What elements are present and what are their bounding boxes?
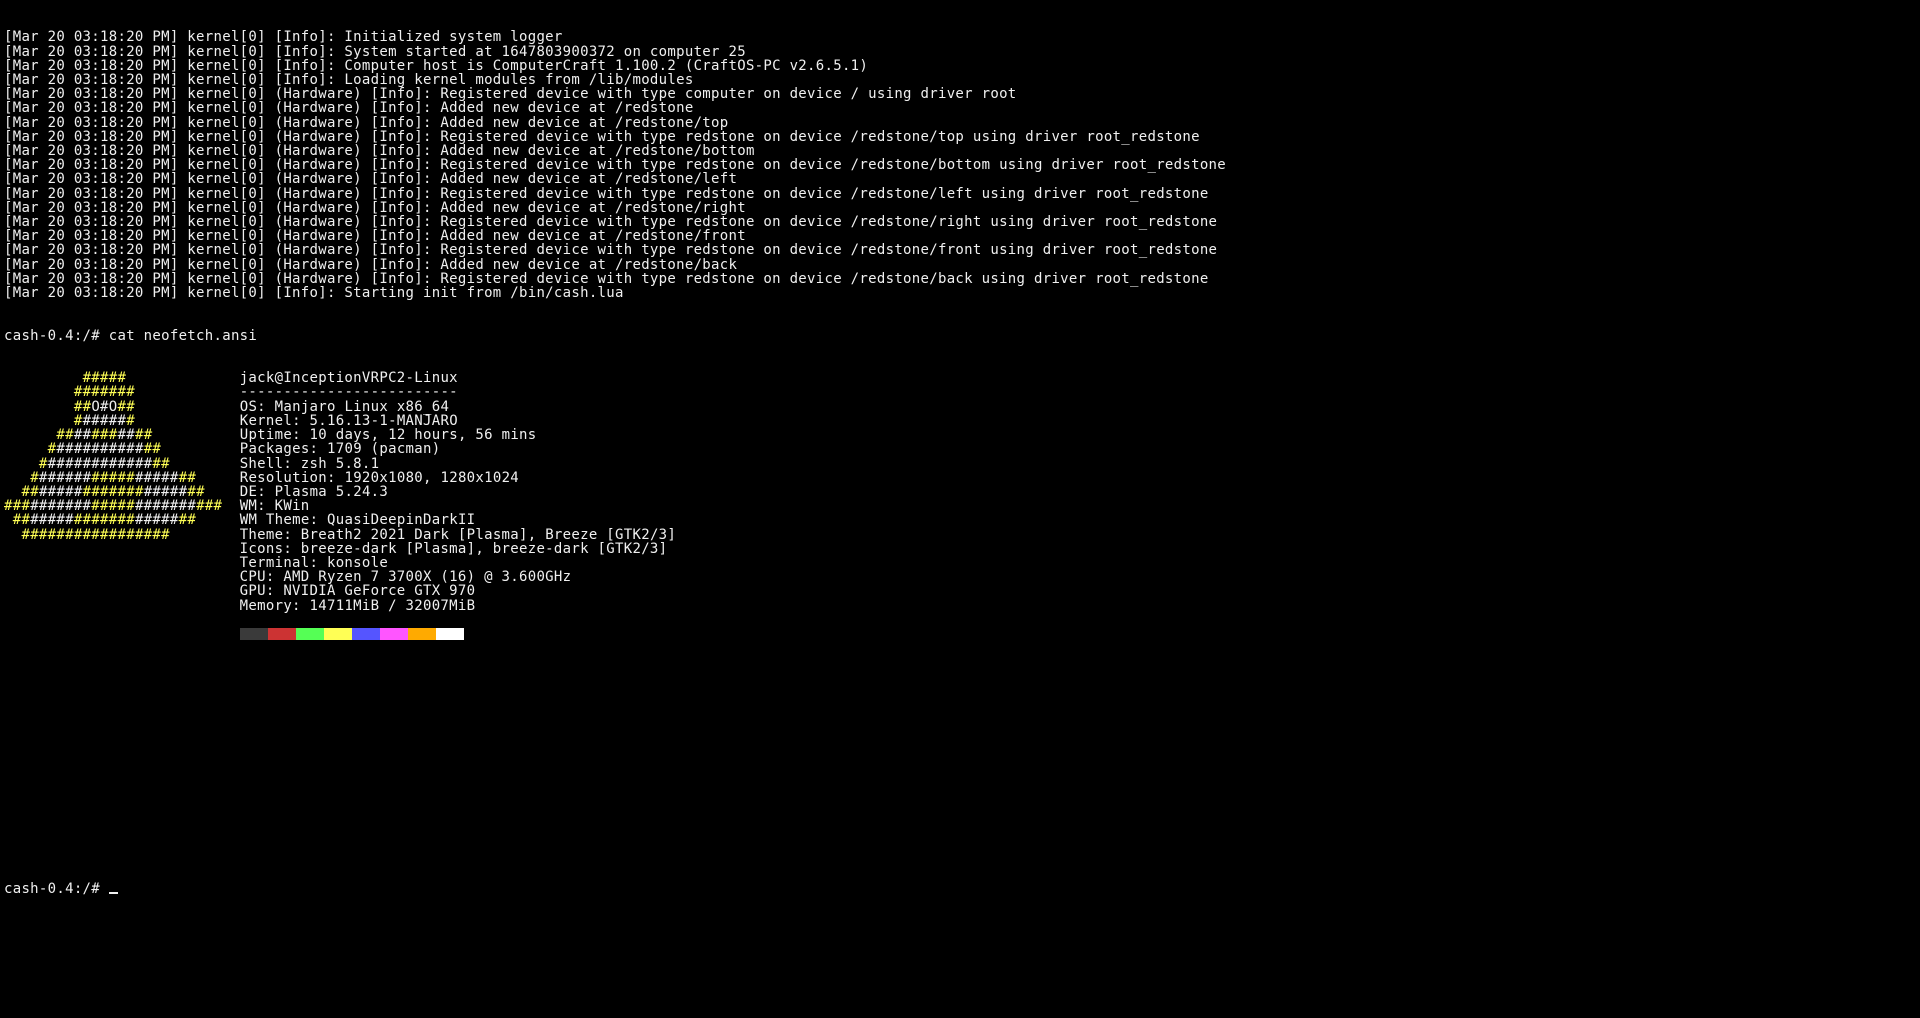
log-line: [Mar 20 03:18:20 PM] kernel[0] (Hardware… xyxy=(4,258,1916,272)
log-line: [Mar 20 03:18:20 PM] kernel[0] (Hardware… xyxy=(4,87,1916,101)
log-line: [Mar 20 03:18:20 PM] kernel[0] [Info]: S… xyxy=(4,286,1916,300)
color-swatch xyxy=(352,628,380,640)
neofetch-block: ##### jack@InceptionVRPC2-Linux ####### … xyxy=(4,371,1916,641)
neofetch-info: ##################### WM Theme: QuasiDee… xyxy=(4,513,1916,527)
log-line: [Mar 20 03:18:20 PM] kernel[0] (Hardware… xyxy=(4,101,1916,115)
blank-line xyxy=(4,797,1916,811)
color-swatch xyxy=(324,628,352,640)
neofetch-info: ############### Shell: zsh 5.8.1 xyxy=(4,457,1916,471)
log-line: [Mar 20 03:18:20 PM] kernel[0] [Info]: L… xyxy=(4,73,1916,87)
log-line: [Mar 20 03:18:20 PM] kernel[0] [Info]: I… xyxy=(4,30,1916,44)
log-line: [Mar 20 03:18:20 PM] kernel[0] [Info]: C… xyxy=(4,59,1916,73)
log-line: [Mar 20 03:18:20 PM] kernel[0] (Hardware… xyxy=(4,201,1916,215)
prompt-line-2[interactable]: cash-0.4:/# xyxy=(4,882,1916,896)
blank-line xyxy=(4,755,1916,769)
neofetch-info: GPU: NVIDIA GeForce GTX 970 xyxy=(4,584,1916,598)
neofetch-info: ################### Resolution: 1920x108… xyxy=(4,471,1916,485)
neofetch-info: ####### Kernel: 5.16.13-1-MANJARO xyxy=(4,414,1916,428)
neofetch-info: ##O#O## OS: Manjaro Linux x86_64 xyxy=(4,400,1916,414)
cursor-icon xyxy=(109,892,118,894)
color-swatch xyxy=(408,628,436,640)
blank-line xyxy=(4,669,1916,683)
prompt-text: cash-0.4:/# xyxy=(4,881,109,897)
blank-line xyxy=(4,613,1916,627)
log-line: [Mar 20 03:18:20 PM] kernel[0] (Hardware… xyxy=(4,130,1916,144)
neofetch-info: ################# Theme: Breath2 2021 Da… xyxy=(4,528,1916,542)
log-line: [Mar 20 03:18:20 PM] kernel[0] (Hardware… xyxy=(4,215,1916,229)
log-line: [Mar 20 03:18:20 PM] kernel[0] [Info]: S… xyxy=(4,45,1916,59)
color-swatch xyxy=(268,628,296,640)
color-swatch xyxy=(380,628,408,640)
log-line: [Mar 20 03:18:20 PM] kernel[0] (Hardware… xyxy=(4,243,1916,257)
color-swatch xyxy=(436,628,464,640)
neofetch-info: Memory: 14711MiB / 32007MiB xyxy=(4,599,1916,613)
log-line: [Mar 20 03:18:20 PM] kernel[0] (Hardware… xyxy=(4,116,1916,130)
neofetch-info: ########### Uptime: 10 days, 12 hours, 5… xyxy=(4,428,1916,442)
log-line: [Mar 20 03:18:20 PM] kernel[0] (Hardware… xyxy=(4,144,1916,158)
log-line: [Mar 20 03:18:20 PM] kernel[0] (Hardware… xyxy=(4,172,1916,186)
neofetch-info: ##################### DE: Plasma 5.24.3 xyxy=(4,485,1916,499)
neofetch-info: ############# Packages: 1709 (pacman) xyxy=(4,442,1916,456)
neofetch-info: CPU: AMD Ryzen 7 3700X (16) @ 3.600GHz xyxy=(4,570,1916,584)
neofetch-info: Icons: breeze-dark [Plasma], breeze-dark… xyxy=(4,542,1916,556)
log-line: [Mar 20 03:18:20 PM] kernel[0] (Hardware… xyxy=(4,187,1916,201)
blank-line xyxy=(4,712,1916,726)
prompt-line-1: cash-0.4:/# cat neofetch.ansi xyxy=(4,329,1916,343)
color-swatch xyxy=(240,628,268,640)
log-line: [Mar 20 03:18:20 PM] kernel[0] (Hardware… xyxy=(4,272,1916,286)
color-swatch xyxy=(296,628,324,640)
log-line: [Mar 20 03:18:20 PM] kernel[0] (Hardware… xyxy=(4,158,1916,172)
neofetch-info: Terminal: konsole xyxy=(4,556,1916,570)
neofetch-info: ######################### WM: KWin xyxy=(4,499,1916,513)
blank-line xyxy=(4,840,1916,854)
log-line: [Mar 20 03:18:20 PM] kernel[0] (Hardware… xyxy=(4,229,1916,243)
neofetch-header: ####### ------------------------- xyxy=(4,385,1916,399)
kernel-log: [Mar 20 03:18:20 PM] kernel[0] [Info]: I… xyxy=(4,30,1916,300)
terminal[interactable]: [Mar 20 03:18:20 PM] kernel[0] [Info]: I… xyxy=(0,0,1920,913)
color-swatches xyxy=(4,627,1916,641)
neofetch-header: ##### jack@InceptionVRPC2-Linux xyxy=(4,371,1916,385)
